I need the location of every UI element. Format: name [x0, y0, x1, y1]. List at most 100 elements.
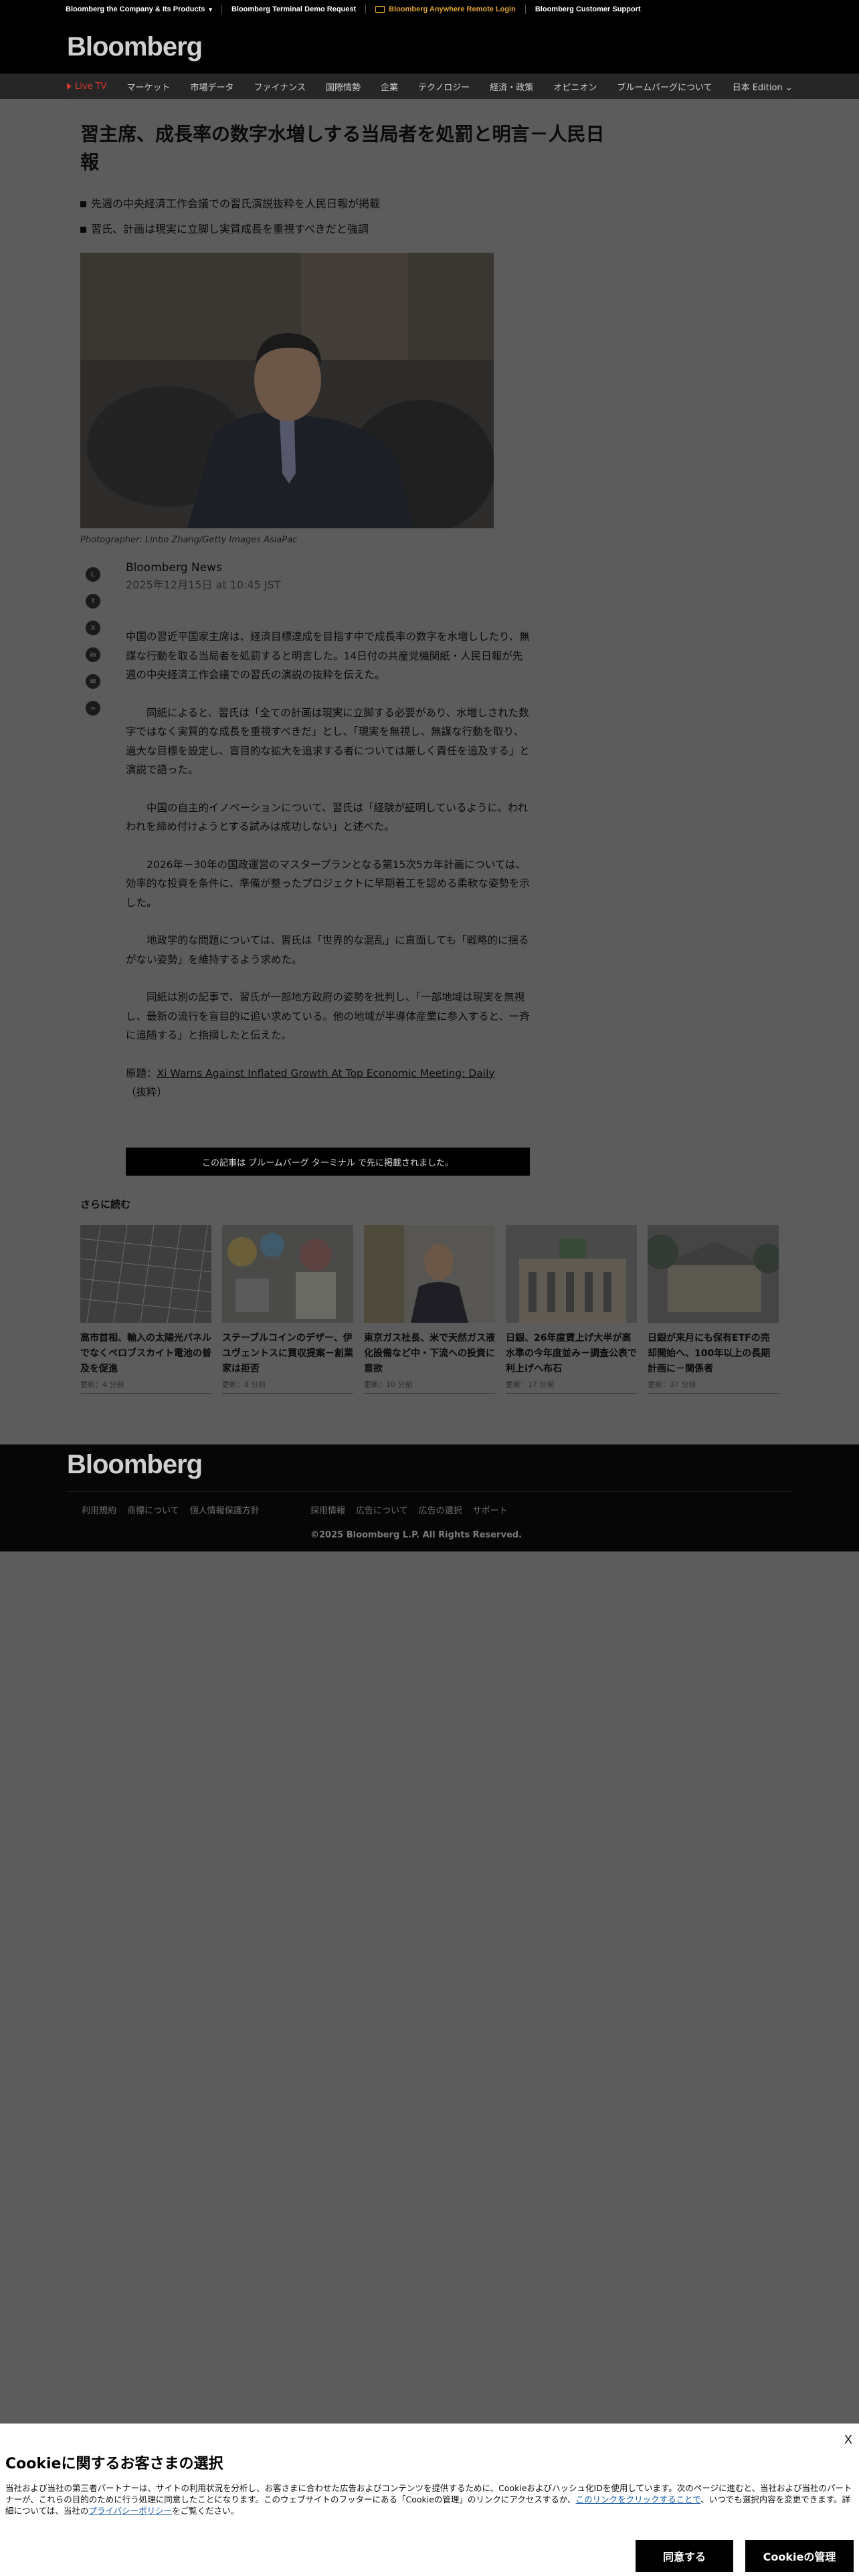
footer-link-ad-choices[interactable]: 広告の選択 — [419, 1503, 462, 1516]
terminal-demo-label: Bloomberg Terminal Demo Request — [231, 5, 357, 13]
email-share-icon[interactable]: ✉ — [86, 674, 100, 689]
nav-item-technology[interactable]: テクノロジー — [418, 80, 470, 93]
story-time: 更新：17 分前 — [506, 1380, 555, 1389]
author-name[interactable]: Bloomberg News — [126, 559, 594, 576]
body-paragraph: 同紙は別の記事で、習氏が一部地方政府の姿勢を批判し、「一部地域は現実を無視し、最… — [126, 991, 530, 1041]
nav-item-about[interactable]: ブルームバーグについて — [617, 80, 712, 93]
story-thumbnail — [364, 1225, 495, 1323]
nav-item-world[interactable]: 国際情勢 — [326, 80, 361, 93]
photo-caption: Photographer: Linbo Zhang/Getty Images A… — [80, 535, 298, 545]
nav-live-tv[interactable]: Live TV — [67, 82, 107, 92]
nav-item-companies[interactable]: 企業 — [381, 80, 398, 93]
footer-link-careers[interactable]: 採用情報 — [310, 1503, 345, 1516]
bullet-icon — [80, 226, 86, 233]
abstract-item: 習氏、計画は現実に立脚し実質成長を重視すべきだと強調 — [80, 217, 615, 242]
body-paragraph: 2026年－30年の国政運営のマスタープランとなる第15次5カ年計画については、… — [126, 858, 531, 909]
cookie-banner: X Cookieに関するお客さまの選択 当社および当社の第三者パートナーは、サイ… — [0, 2424, 859, 2576]
divider — [222, 1393, 353, 1394]
main-nav: Live TV マーケット 市場データ ファイナンス 国際情勢 企業 テクノロジ… — [0, 74, 859, 99]
footer-link-privacy[interactable]: 個人情報保護方針 — [190, 1503, 260, 1516]
story-card[interactable]: 日銀、26年度賃上げ大半が高水準の今年度並み－調査公表で利上げへ布石 更新：17… — [506, 1225, 637, 1394]
customer-support-link[interactable]: Bloomberg Customer Support — [535, 0, 641, 19]
cookie-text: をご覧ください。 — [172, 2506, 240, 2516]
site-footer: Bloomberg 利用規約 商標について 個人情報保護方針 採用情報 広告につ… — [0, 1444, 859, 1551]
source-suffix: （抜粋） — [126, 1086, 168, 1098]
footer-link-advertise[interactable]: 広告について — [356, 1503, 408, 1516]
footer-link-support[interactable]: サポート — [473, 1503, 508, 1516]
terminal-demo-link[interactable]: Bloomberg Terminal Demo Request — [231, 0, 356, 19]
divider — [524, 5, 526, 14]
cookie-heading: Cookieに関するお客さまの選択 — [5, 2456, 223, 2472]
publish-date: 2025年12月15日 at 10:45 JST — [126, 578, 281, 591]
nav-item-markets[interactable]: マーケット — [127, 80, 171, 93]
body-paragraph: 同紙によると、習氏は「全ての計画は現実に立脚する必要があり、水増しされた数字では… — [126, 706, 530, 776]
article-abstract: 先週の中央経済工作会議での習氏演説抜粋を人民日報が掲載 習氏、計画は現実に立脚し… — [80, 191, 615, 242]
story-card[interactable]: 東京ガス社長、米で天然ガス液化設備など中・下流への投資に意欲 更新：10 分前 — [364, 1225, 495, 1394]
divider — [648, 1393, 779, 1394]
footer-link-terms[interactable]: 利用規約 — [82, 1503, 116, 1516]
copyright: ©2025 Bloomberg L.P. All Rights Reserved… — [310, 1530, 522, 1540]
x-share-icon[interactable]: X — [86, 621, 100, 635]
story-thumbnail — [80, 1225, 211, 1323]
story-title: 高市首相、輸入の太陽光パネルでなくペロブスカイト電池の普及を促進 — [80, 1333, 211, 1374]
footer-link-trademarks[interactable]: 商標について — [127, 1503, 179, 1516]
body-paragraph: 地政学的な問題については、習氏は「世界的な混乱」に直面しても「戦略的に揺るがない… — [126, 934, 529, 966]
cookie-body: 当社および当社の第三者パートナーは、サイトの利用状況を分析し、お客さまに合わせた… — [5, 2482, 854, 2516]
cookie-change-link[interactable]: このリンクをクリックすることで — [576, 2494, 701, 2504]
footer-links-left: 利用規約 商標について 個人情報保護方針 — [82, 1503, 260, 1516]
story-card[interactable]: 高市首相、輸入の太陽光パネルでなくペロブスカイト電池の普及を促進 更新：4 分前 — [80, 1225, 211, 1394]
story-time: 更新：37 分前 — [648, 1380, 696, 1389]
accept-button[interactable]: 同意する — [636, 2540, 733, 2572]
nav-item-finance[interactable]: ファイナンス — [254, 80, 306, 93]
terminal-banner[interactable]: この記事は ブルームバーグ ターミナル で先に掲載されました。 — [126, 1148, 530, 1176]
lead-photo — [80, 253, 494, 528]
facebook-share-icon[interactable]: f — [86, 594, 100, 609]
terminal-icon — [375, 6, 385, 13]
story-card[interactable]: ステーブルコインのデザー、伊ユヴェントスに買収提案－創業家は拒否 更新：8 分前 — [222, 1225, 353, 1394]
edition-label: 日本 Edition — [732, 82, 783, 93]
article-page: 習主席、成長率の数字水増しする当局者を処罰と明言－人民日報 先週の中央経済工作会… — [66, 99, 791, 1444]
byline: Bloomberg News 2025年12月15日 at 10:45 JST — [126, 559, 594, 594]
footer-logo[interactable]: Bloomberg — [67, 1450, 203, 1480]
story-time: 更新：10 分前 — [364, 1380, 413, 1389]
company-products-menu[interactable]: Bloomberg the Company & Its Products ▾ — [66, 0, 212, 19]
divider — [80, 1393, 211, 1394]
close-icon[interactable]: X — [844, 2433, 852, 2447]
share-bar: L f X in ✉ ∞ — [86, 567, 103, 728]
story-thumbnail — [222, 1225, 353, 1323]
footer-links-right: 採用情報 広告について 広告の選択 サポート — [310, 1503, 508, 1516]
source-line: 原題：Xi Warns Against Inflated Growth At T… — [126, 1064, 531, 1102]
privacy-policy-link[interactable]: プライバシーポリシー — [88, 2506, 172, 2516]
manage-cookies-button[interactable]: Cookieの管理 — [745, 2540, 854, 2572]
source-link[interactable]: Xi Warns Against Inflated Growth At Top … — [157, 1067, 495, 1079]
nav-live-tv-label: Live TV — [75, 81, 107, 92]
divider — [364, 1393, 495, 1394]
company-products-label: Bloomberg the Company & Its Products — [66, 5, 205, 13]
story-thumbnail — [506, 1225, 637, 1323]
anywhere-login-link[interactable]: Bloomberg Anywhere Remote Login — [375, 0, 516, 19]
customer-support-label: Bloomberg Customer Support — [535, 5, 641, 13]
source-prefix: 原題： — [126, 1067, 157, 1079]
bloomberg-logo[interactable]: Bloomberg — [67, 32, 203, 62]
nav-item-edition[interactable]: 日本 Edition ⌄ — [733, 80, 793, 93]
article-body: 中国の習近平国家主席は、経済目標達成を目指す中で成長率の数字を水増ししたり、無謀… — [126, 627, 531, 1117]
story-title: 日銀、26年度賃上げ大半が高水準の今年度並み－調査公表で利上げへ布石 — [506, 1333, 637, 1374]
story-time: 更新：8 分前 — [222, 1380, 266, 1389]
anywhere-login-label: Bloomberg Anywhere Remote Login — [389, 5, 516, 13]
masthead: Bloomberg — [0, 19, 859, 74]
nav-item-economy[interactable]: 経済・政策 — [490, 80, 533, 93]
copy-link-icon[interactable]: ∞ — [86, 701, 100, 716]
story-thumbnail — [648, 1225, 779, 1323]
line-share-icon[interactable]: L — [86, 567, 100, 582]
abstract-text: 習氏、計画は現実に立脚し実質成長を重視すべきだと強調 — [91, 223, 369, 235]
divider — [365, 5, 367, 14]
chevron-down-icon: ⌄ — [785, 82, 793, 93]
body-paragraph: 中国の自主的イノベーションについて、習氏は「経験が証明しているように、われわれを… — [126, 801, 529, 833]
divider — [506, 1393, 637, 1394]
nav-item-market-data[interactable]: 市場データ — [191, 80, 234, 93]
linkedin-share-icon[interactable]: in — [86, 647, 100, 662]
story-card[interactable]: 日銀が来月にも保有ETFの売却開始へ、100年以上の長期計画に－関係者 更新：3… — [648, 1225, 779, 1394]
story-title: 東京ガス社長、米で天然ガス液化設備など中・下流への投資に意欲 — [364, 1333, 495, 1374]
article-title: 習主席、成長率の数字水増しする当局者を処罰と明言－人民日報 — [80, 123, 605, 173]
nav-item-opinion[interactable]: オピニオン — [553, 80, 597, 93]
